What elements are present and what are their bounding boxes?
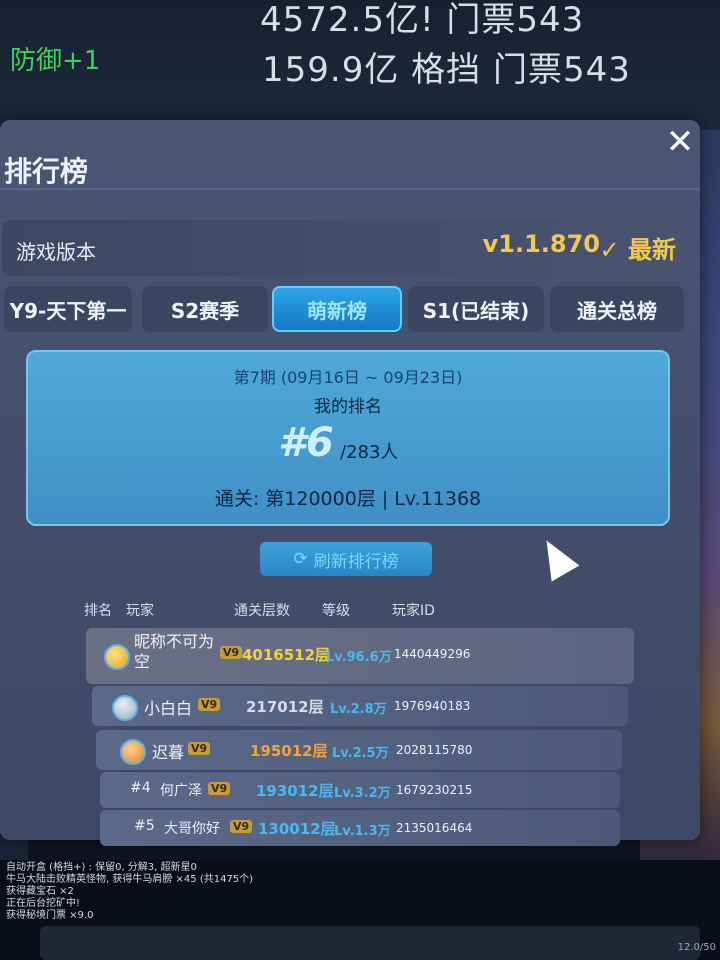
- player-level: Lv.1.3万: [334, 824, 391, 839]
- player-id: 1679230215: [396, 783, 473, 797]
- vip-badge: V9: [208, 782, 231, 795]
- player-level: Lv.2.8万: [330, 702, 387, 717]
- player-level: Lv.3.2万: [334, 786, 391, 801]
- version-label: 游戏版本: [16, 240, 96, 264]
- panel-title: 排行榜: [4, 155, 89, 188]
- player-rank: #5: [134, 818, 155, 834]
- my-rank-total: /283人: [340, 442, 399, 463]
- player-rank: #4: [130, 780, 151, 796]
- vip-badge: V9: [230, 820, 253, 833]
- player-level: Lv.96.6万: [326, 650, 392, 665]
- log-line: 获得秘境门票 ×9.0: [6, 910, 94, 921]
- player-floors: 217012层: [246, 698, 324, 716]
- close-button[interactable]: ✕: [662, 124, 698, 160]
- table-row[interactable]: #5 大哥你好 V9 130012层 Lv.1.3万 2135016464: [100, 810, 620, 846]
- silver-medal-icon: [112, 695, 138, 721]
- player-name: 大哥你好: [164, 821, 220, 837]
- player-floors: 130012层: [258, 820, 336, 838]
- player-name: 小白白: [144, 699, 193, 718]
- player-name: 何广泽: [160, 783, 202, 799]
- player-name: 昵称不可为空: [134, 632, 215, 671]
- header-floors: 通关层数: [234, 603, 290, 619]
- log-line: 正在后台挖矿中!: [6, 898, 81, 909]
- gold-medal-icon: [104, 644, 130, 670]
- period-text: 第7期 (09月16日 ~ 09月23日): [233, 368, 463, 387]
- event-log: 自动开盒 (格挡+) : 保留0, 分解3, 超新星0 牛马大陆击败精英怪物, …: [6, 862, 253, 922]
- hud-stat-line-1: 4572.5亿! 门票543: [260, 0, 585, 40]
- refresh-icon: ⟳: [293, 549, 308, 569]
- player-name: 迟暮: [152, 743, 185, 762]
- hud-buff-text: 防御+1: [10, 46, 101, 76]
- bottom-action-bar[interactable]: [40, 926, 700, 960]
- log-line: 牛马大陆击败精英怪物, 获得牛马肩膀 ×45 (共1475个): [6, 874, 254, 885]
- header-rank: 排名: [84, 603, 112, 619]
- leaderboard-panel: 排行榜 ✕ 游戏版本 v1.1.870 ✓ 最新 Y9-天下第一 S2赛季 萌新…: [0, 120, 700, 846]
- tab-y9[interactable]: Y9-天下第一: [4, 286, 132, 332]
- bottom-counter: 12.0/50: [677, 942, 716, 953]
- tab-s2-season[interactable]: S2赛季: [142, 286, 268, 332]
- vip-badge: V9: [198, 698, 221, 711]
- table-row[interactable]: 昵称不可为空 V9 4016512层 Lv.96.6万 1440449296: [86, 628, 634, 684]
- table-header: 排名 玩家 通关层数 等级 玩家ID: [84, 600, 644, 624]
- player-floors: 195012层: [250, 742, 328, 760]
- vip-badge: V9: [188, 742, 211, 755]
- header-level: 等级: [322, 603, 350, 619]
- version-row: 游戏版本 v1.1.870 ✓ 最新: [2, 220, 690, 276]
- refresh-label: 刷新排行榜: [313, 551, 399, 572]
- player-id: 1440449296: [394, 647, 471, 661]
- version-status: ✓ 最新: [599, 236, 676, 264]
- log-line: 自动开盒 (格挡+) : 保留0, 分解3, 超新星0: [6, 862, 197, 873]
- my-rank-label: 我的排名: [314, 397, 382, 417]
- table-row[interactable]: #4 何广泽 V9 193012层 Lv.3.2万 1679230215: [100, 772, 620, 808]
- log-line: 获得藏宝石 ×2: [6, 886, 74, 897]
- tab-total-clear[interactable]: 通关总榜: [550, 286, 684, 332]
- player-id: 1976940183: [394, 699, 471, 713]
- refresh-leaderboard-button[interactable]: ⟳ 刷新排行榜: [260, 542, 432, 576]
- version-value: v1.1.870: [482, 230, 600, 258]
- player-floors: 4016512层: [242, 646, 331, 664]
- bronze-medal-icon: [120, 739, 146, 765]
- hud-stat-line-2: 159.9亿 格挡 门票543: [262, 50, 631, 90]
- tab-newbie[interactable]: 萌新榜: [272, 286, 402, 332]
- title-divider: [0, 188, 700, 190]
- player-id: 2028115780: [396, 743, 473, 757]
- player-floors: 193012层: [256, 782, 334, 800]
- table-row[interactable]: 迟暮 V9 195012层 Lv.2.5万 2028115780: [96, 730, 622, 770]
- table-row[interactable]: 小白白 V9 217012层 Lv.2.8万 1976940183: [92, 686, 628, 726]
- player-id: 2135016464: [396, 821, 473, 835]
- leaderboard-tabs: Y9-天下第一 S2赛季 萌新榜 S1(已结束) 通关总榜: [4, 286, 694, 332]
- header-player-id: 玩家ID: [392, 603, 435, 619]
- tab-s1-ended[interactable]: S1(已结束): [408, 286, 544, 332]
- my-rank-card: 第7期 (09月16日 ~ 09月23日) 我的排名 #6 /283人 通关: …: [26, 350, 670, 526]
- my-clear-info: 通关: 第120000层 | Lv.11368: [214, 488, 482, 510]
- my-rank-number: #6: [278, 420, 334, 466]
- vip-badge: V9: [220, 646, 243, 659]
- player-level: Lv.2.5万: [332, 746, 389, 761]
- header-player: 玩家: [126, 603, 154, 619]
